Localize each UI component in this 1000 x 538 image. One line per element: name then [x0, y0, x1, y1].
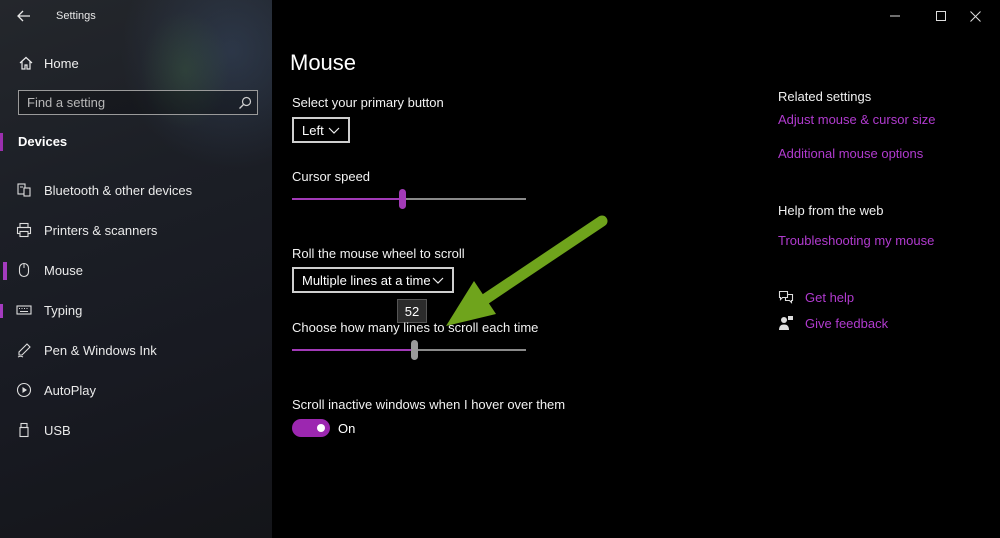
- main-content: Mouse Select your primary button Left Cu…: [272, 0, 1000, 538]
- autoplay-icon: [16, 382, 32, 398]
- back-arrow-icon: [17, 10, 30, 22]
- adjust-mouse-cursor-link[interactable]: Adjust mouse & cursor size: [778, 112, 936, 127]
- wheel-scroll-dropdown[interactable]: Multiple lines at a time: [292, 267, 454, 293]
- give-feedback-label: Give feedback: [805, 316, 889, 331]
- section-accent-bar: [0, 133, 3, 151]
- home-label: Home: [44, 56, 79, 71]
- close-button[interactable]: [952, 2, 998, 30]
- sidebar-item-label: USB: [44, 423, 71, 438]
- sidebar-item-typing[interactable]: Typing: [0, 295, 272, 325]
- sidebar-item-label: Printers & scanners: [44, 223, 158, 238]
- slider-fill: [292, 349, 414, 351]
- sidebar-item-bluetooth[interactable]: Bluetooth & other devices: [0, 175, 272, 205]
- toggle-state-label: On: [338, 421, 356, 436]
- section-title: Devices: [18, 134, 68, 149]
- slider-fill: [292, 198, 402, 200]
- search-box: [18, 90, 258, 115]
- toggle-knob: [317, 424, 325, 432]
- annotation-arrow-shaft: [478, 215, 608, 306]
- cursor-speed-label: Cursor speed: [292, 169, 371, 184]
- chevron-down-icon: [328, 127, 340, 134]
- primary-button-dropdown[interactable]: Left: [292, 117, 350, 143]
- sidebar-item-label: Pen & Windows Ink: [44, 343, 157, 358]
- minimize-button[interactable]: [872, 2, 918, 30]
- keyboard-icon: [16, 305, 32, 315]
- minimize-icon: [890, 15, 900, 17]
- cursor-speed-slider[interactable]: [292, 188, 526, 210]
- inactive-scroll-toggle[interactable]: [292, 419, 330, 437]
- maximize-icon: [936, 11, 946, 21]
- related-settings-heading: Related settings: [778, 89, 872, 104]
- primary-button-label: Select your primary button: [292, 95, 444, 110]
- chevron-down-icon: [432, 277, 444, 284]
- printer-icon: [16, 222, 32, 238]
- chat-help-icon: [778, 290, 794, 304]
- wheel-scroll-label: Roll the mouse wheel to scroll: [292, 246, 465, 261]
- selection-indicator: [3, 262, 7, 280]
- additional-mouse-options-link[interactable]: Additional mouse options: [778, 146, 923, 161]
- pen-icon: [17, 343, 31, 358]
- bluetooth-devices-icon: [17, 183, 31, 197]
- lines-to-scroll-slider[interactable]: [292, 339, 526, 361]
- home-icon: [19, 56, 33, 70]
- sidebar-edge-accent: [0, 304, 3, 318]
- troubleshooting-mouse-link[interactable]: Troubleshooting my mouse: [778, 233, 934, 248]
- sidebar-item-label: AutoPlay: [44, 383, 97, 398]
- close-icon: [969, 10, 981, 22]
- dropdown-value: Multiple lines at a time: [302, 272, 431, 288]
- sidebar-item-label: Mouse: [44, 263, 84, 278]
- back-button[interactable]: [12, 6, 36, 26]
- sidebar-item-printers[interactable]: Printers & scanners: [0, 215, 272, 245]
- search-icon[interactable]: [238, 96, 252, 110]
- get-help-label: Get help: [805, 290, 855, 305]
- slider-thumb[interactable]: [399, 189, 406, 209]
- sidebar-item-home[interactable]: Home: [0, 50, 272, 76]
- settings-window: Settings Home Devices Bluetooth & oth: [0, 0, 1000, 538]
- slider-thumb[interactable]: [411, 340, 418, 360]
- dropdown-value: Left: [302, 122, 324, 138]
- usb-icon: [19, 422, 29, 438]
- app-title: Settings: [56, 10, 96, 22]
- feedback-person-icon: [779, 316, 793, 330]
- sidebar-item-label: Bluetooth & other devices: [44, 183, 193, 198]
- mouse-icon: [18, 262, 30, 278]
- sidebar-item-mouse[interactable]: Mouse: [0, 255, 272, 285]
- page-title: Mouse: [290, 50, 357, 75]
- sidebar-item-label: Typing: [44, 303, 83, 318]
- sidebar-item-pen[interactable]: Pen & Windows Ink: [0, 335, 272, 365]
- search-input[interactable]: [19, 91, 229, 114]
- title-bar-left: Settings: [0, 0, 272, 32]
- sidebar-item-autoplay[interactable]: AutoPlay: [0, 375, 272, 405]
- lines-to-scroll-label: Choose how many lines to scroll each tim…: [292, 320, 539, 335]
- sidebar-item-usb[interactable]: USB: [0, 415, 272, 445]
- help-web-heading: Help from the web: [778, 203, 884, 218]
- sidebar: Settings Home Devices Bluetooth & oth: [0, 0, 272, 538]
- inactive-scroll-label: Scroll inactive windows when I hover ove…: [292, 397, 566, 412]
